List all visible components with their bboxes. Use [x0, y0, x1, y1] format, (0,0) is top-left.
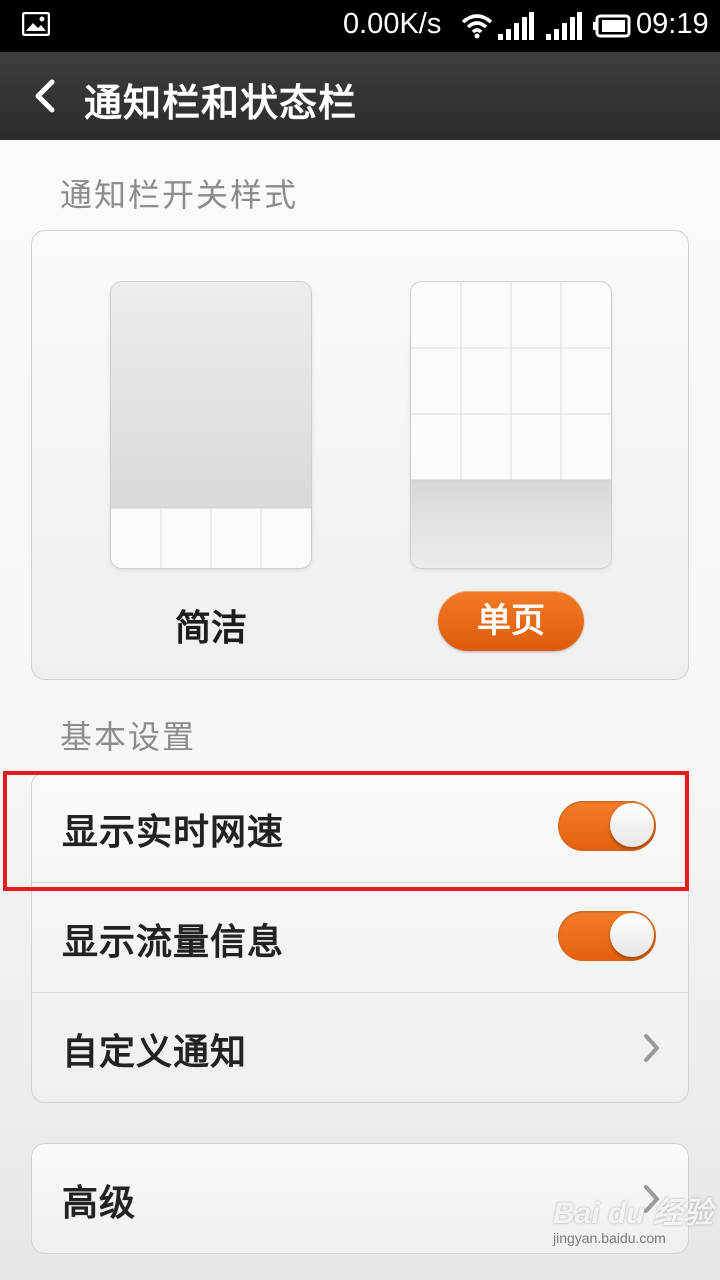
toggle-style-card: 简洁 单页: [31, 230, 689, 680]
status-bar: 0.00K/s 09:19: [0, 0, 720, 52]
back-arrow-icon[interactable]: [30, 78, 60, 114]
single-page-preview-graphic: [411, 282, 611, 568]
traffic-info-toggle[interactable]: [558, 911, 656, 961]
setting-row-show-traffic[interactable]: 显示流量信息: [32, 883, 688, 993]
network-speed: 0.00K/s: [343, 8, 442, 40]
gallery-notification-icon: [22, 12, 50, 36]
setting-row-custom-notification[interactable]: 自定义通知: [32, 993, 688, 1103]
style-preview-single-page[interactable]: [410, 281, 612, 569]
chevron-right-icon: [644, 1034, 659, 1062]
watermark-logo: Bai du 经验: [553, 1197, 714, 1230]
style-preview-simple[interactable]: [110, 281, 312, 569]
signal-icon: [546, 12, 582, 40]
baidu-jingyan-watermark: Bai du 经验 jingyan.baidu.com: [553, 1188, 713, 1246]
watermark-url: jingyan.baidu.com: [553, 1230, 666, 1246]
page-title: 通知栏和状态栏: [84, 81, 358, 125]
battery-icon: [593, 14, 631, 38]
signal-icon: [498, 12, 534, 40]
title-bar: 通知栏和状态栏: [0, 52, 720, 140]
setting-label: 自定义通知: [62, 1032, 248, 1073]
toggle-knob: [610, 913, 654, 957]
section-title-toggle-style: 通知栏开关样式: [60, 176, 299, 214]
style-option-simple[interactable]: 简洁: [110, 599, 312, 651]
simple-preview-graphic: [111, 282, 311, 568]
clock: 09:19: [636, 8, 709, 40]
setting-label: 显示流量信息: [62, 922, 285, 963]
setting-label: 高级: [62, 1183, 137, 1224]
section-title-basic-settings: 基本设置: [60, 718, 197, 756]
wifi-icon: [461, 14, 493, 39]
style-option-single-page[interactable]: 单页: [438, 591, 584, 651]
highlight-box: [3, 771, 689, 891]
